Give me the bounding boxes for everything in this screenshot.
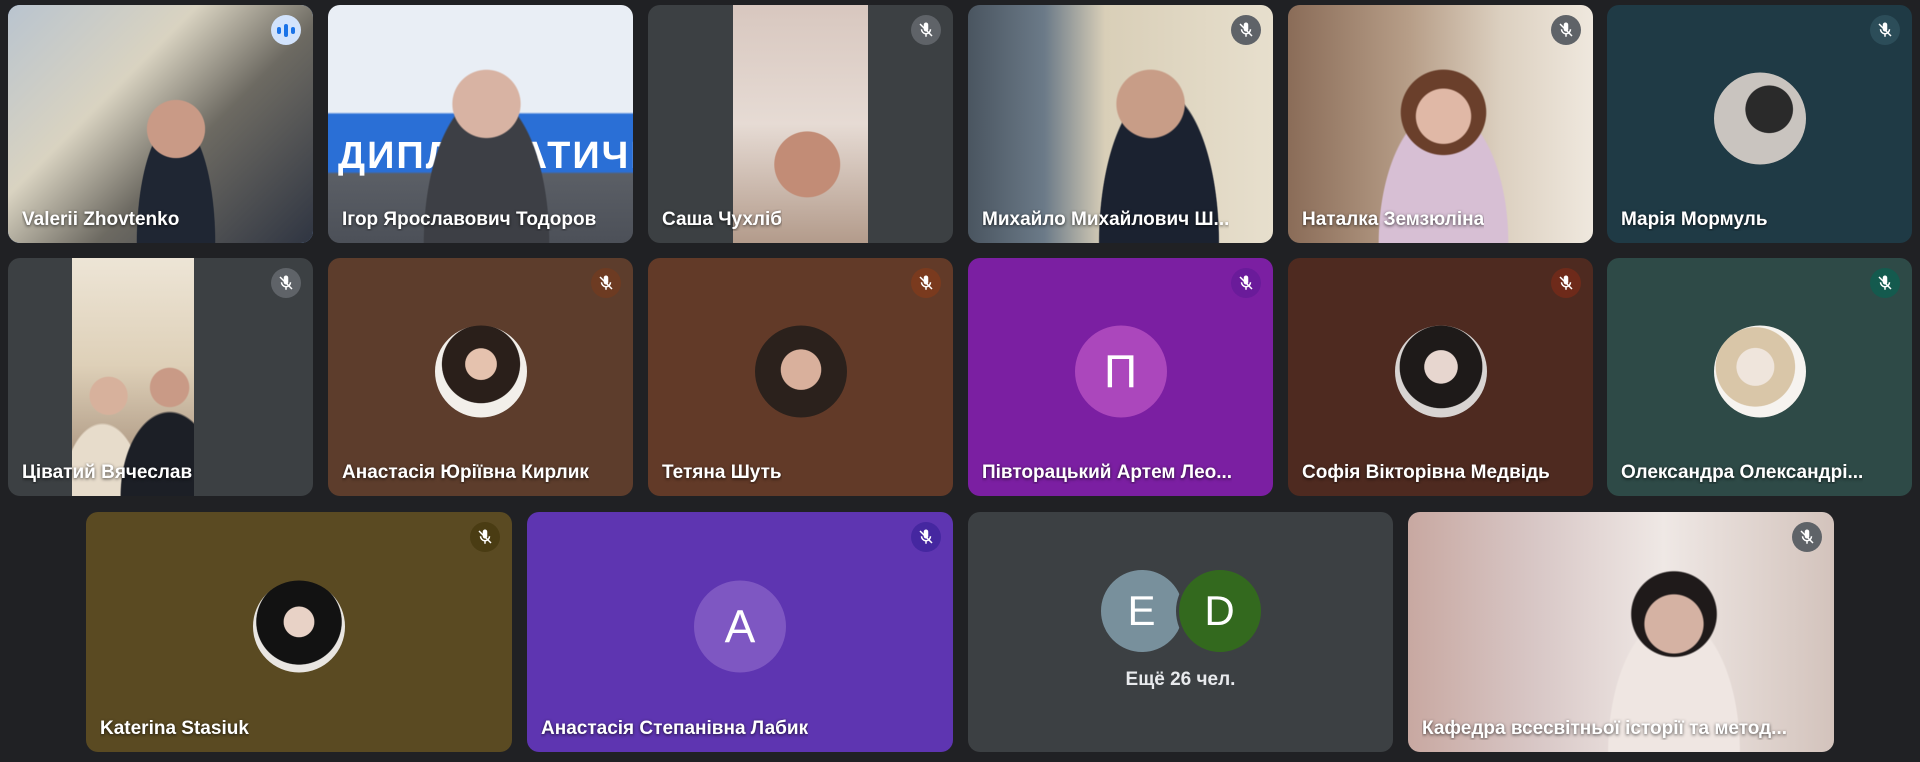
avatar	[434, 325, 527, 418]
meeting-grid: Valerii Zhovtenko ДИПЛОМАТИЧНИ Ігор Ярос…	[0, 0, 1920, 762]
participant-name: Анастасія Степанівна Лабик	[541, 718, 809, 739]
avatar	[1394, 325, 1487, 418]
participant-name: Софія Вікторівна Медвідь	[1302, 462, 1550, 483]
avatar-initial: A	[694, 580, 786, 673]
avatar-initial: П	[1074, 325, 1167, 418]
participant-tile[interactable]: Михайло Михайлович Ш...	[968, 5, 1273, 243]
participant-tile[interactable]: П Півторацький Артем Лео...	[968, 258, 1273, 496]
participant-name: Михайло Михайлович Ш...	[982, 209, 1230, 230]
mic-off-icon	[911, 522, 941, 552]
more-participants-tile[interactable]: E D Ещё 26 чел.	[968, 512, 1393, 752]
participant-name: Наталка Земзюліна	[1302, 209, 1485, 230]
participant-tile[interactable]: Софія Вікторівна Медвідь	[1288, 258, 1593, 496]
mic-off-icon	[1870, 15, 1900, 45]
avatar-initial: D	[1175, 567, 1264, 655]
mic-off-icon	[1231, 15, 1261, 45]
mic-off-icon	[271, 268, 301, 298]
participant-tile[interactable]: Кафедра всесвітньої історії та метод...	[1408, 512, 1834, 752]
mic-off-icon	[591, 268, 621, 298]
participant-tile[interactable]: ДИПЛОМАТИЧНИ Ігор Ярославович Тодоров	[328, 5, 633, 243]
participant-tile[interactable]: Наталка Земзюліна	[1288, 5, 1593, 243]
avatar	[1713, 325, 1806, 418]
mic-off-icon	[470, 522, 500, 552]
participant-tile[interactable]: Саша Чухліб	[648, 5, 953, 243]
participant-tile[interactable]: A Анастасія Степанівна Лабик	[527, 512, 953, 752]
participant-name: Олександра Олександрі...	[1621, 462, 1864, 483]
participant-name: Ігор Ярославович Тодоров	[342, 209, 597, 230]
speaking-indicator-icon	[271, 15, 301, 45]
participant-tile[interactable]: Олександра Олександрі...	[1607, 258, 1912, 496]
participant-name: Katerina Stasiuk	[100, 718, 249, 739]
participant-name: Марія Мормуль	[1621, 209, 1768, 230]
participant-tile[interactable]: Анастасія Юріївна Кирлик	[328, 258, 633, 496]
participant-name: Кафедра всесвітньої історії та метод...	[1422, 718, 1787, 739]
participant-tile[interactable]: Ціватий Вячеслав	[8, 258, 313, 496]
participant-tile[interactable]: Тетяна Шуть	[648, 258, 953, 496]
mic-off-icon	[911, 15, 941, 45]
participant-tile[interactable]: Valerii Zhovtenko	[8, 5, 313, 243]
avatar	[253, 580, 345, 673]
participant-name: Ціватий Вячеслав	[22, 462, 193, 483]
avatar	[1713, 72, 1806, 165]
participant-name: Саша Чухліб	[662, 209, 783, 230]
mic-off-icon	[1231, 268, 1261, 298]
participant-tile[interactable]: Марія Мормуль	[1607, 5, 1912, 243]
participant-name: Valerii Zhovtenko	[22, 209, 180, 230]
mic-off-icon	[911, 268, 941, 298]
mic-off-icon	[1870, 268, 1900, 298]
participant-name: Анастасія Юріївна Кирлик	[342, 462, 589, 483]
participant-tile[interactable]: Katerina Stasiuk	[86, 512, 512, 752]
mic-off-icon	[1551, 268, 1581, 298]
participant-name: Півторацький Артем Лео...	[982, 462, 1233, 483]
mic-off-icon	[1792, 522, 1822, 552]
avatar-initial: E	[1097, 567, 1186, 655]
participant-name: Тетяна Шуть	[662, 462, 782, 483]
avatar	[754, 325, 847, 418]
mic-off-icon	[1551, 15, 1581, 45]
more-participants-label: Ещё 26 чел.	[1125, 669, 1236, 690]
